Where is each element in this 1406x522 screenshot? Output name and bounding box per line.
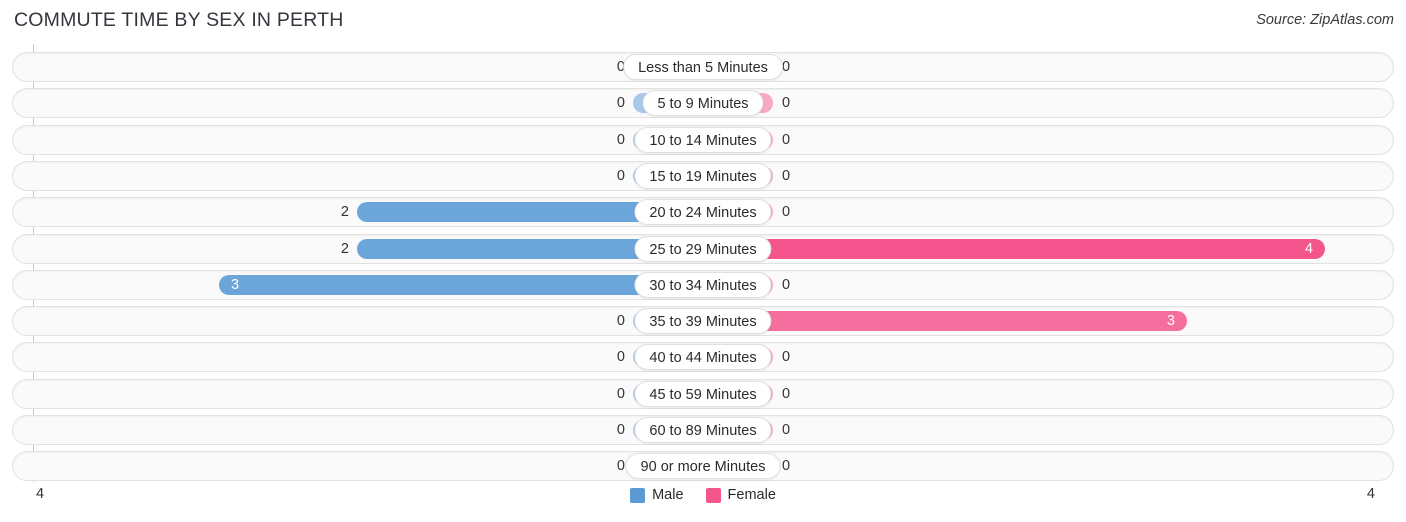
value-label-female: 0 [782, 95, 791, 112]
table-row[interactable]: 0 0 45 to 59 Minutes [12, 378, 1394, 409]
table-row[interactable]: 0 0 90 or more Minutes [12, 451, 1394, 482]
value-label-female: 0 [782, 276, 791, 293]
chart-legend: Male Female [0, 487, 1406, 503]
table-row[interactable]: 2 0 20 to 24 Minutes [12, 197, 1394, 228]
category-label: 20 to 24 Minutes [634, 199, 772, 226]
chart-header: COMMUTE TIME BY SEX IN PERTH Source: Zip… [0, 0, 1406, 44]
legend-label-male: Male [652, 487, 684, 503]
value-label-male: 0 [616, 458, 625, 475]
category-label: Less than 5 Minutes [623, 54, 783, 80]
value-label-female: 0 [782, 385, 791, 402]
value-label-male: 0 [616, 313, 625, 330]
category-label: 15 to 19 Minutes [634, 162, 772, 189]
value-label-female: 0 [782, 131, 791, 148]
table-row[interactable]: 0 0 10 to 14 Minutes [12, 124, 1394, 155]
legend-item-female[interactable]: Female [705, 487, 776, 503]
table-row[interactable]: 0 0 60 to 89 Minutes [12, 415, 1394, 445]
value-label-female: 4 [1304, 240, 1313, 257]
category-label: 60 to 89 Minutes [634, 417, 772, 443]
category-label: 40 to 44 Minutes [634, 344, 772, 371]
chart-plot-area: 0 0 Less than 5 Minutes 0 0 5 to 9 Minutes 0 0 1… [0, 44, 1406, 482]
value-label-female: 3 [1166, 313, 1175, 330]
category-label: 45 to 59 Minutes [634, 380, 772, 407]
category-label: 10 to 14 Minutes [634, 126, 772, 153]
value-label-female: 0 [782, 167, 791, 184]
table-row[interactable]: 3 0 30 to 34 Minutes [12, 269, 1394, 300]
category-label: 5 to 9 Minutes [642, 90, 764, 117]
value-label-female: 0 [782, 349, 791, 366]
value-label-male: 2 [340, 240, 349, 257]
value-label-male: 2 [340, 204, 349, 221]
chart-page: COMMUTE TIME BY SEX IN PERTH Source: Zip… [0, 0, 1406, 522]
legend-swatch-female-icon [705, 487, 721, 503]
source-attribution: Source: ZipAtlas.com [1256, 12, 1394, 28]
legend-item-male[interactable]: Male [630, 487, 684, 503]
value-label-female: 0 [782, 59, 791, 75]
bar-female[interactable] [703, 311, 1187, 332]
table-row[interactable]: 0 0 5 to 9 Minutes [12, 88, 1394, 119]
value-label-male: 0 [616, 349, 625, 366]
value-label-male: 3 [231, 276, 240, 293]
table-row[interactable]: 2 4 25 to 29 Minutes [12, 233, 1394, 264]
bar-male[interactable] [219, 274, 703, 295]
legend-label-female: Female [727, 487, 776, 503]
value-label-female: 0 [782, 422, 791, 438]
table-row[interactable]: 0 0 Less than 5 Minutes [12, 52, 1394, 82]
category-label: 35 to 39 Minutes [634, 308, 772, 335]
table-row[interactable]: 0 3 35 to 39 Minutes [12, 306, 1394, 337]
value-label-male: 0 [616, 385, 625, 402]
page-title: COMMUTE TIME BY SEX IN PERTH [14, 9, 344, 31]
value-label-male: 0 [616, 422, 625, 438]
category-label: 90 or more Minutes [625, 453, 781, 480]
value-label-male: 0 [616, 167, 625, 184]
table-row[interactable]: 0 0 15 to 19 Minutes [12, 160, 1394, 191]
category-label: 25 to 29 Minutes [634, 235, 772, 262]
value-label-male: 0 [616, 95, 625, 112]
value-label-female: 0 [782, 458, 791, 475]
table-row[interactable]: 0 0 40 to 44 Minutes [12, 342, 1394, 373]
category-label: 30 to 34 Minutes [634, 271, 772, 298]
value-label-female: 0 [782, 204, 791, 221]
bar-female[interactable] [703, 238, 1325, 259]
value-label-male: 0 [616, 131, 625, 148]
chart-footer: 4 4 Male Female [0, 482, 1406, 522]
legend-swatch-male-icon [630, 487, 646, 503]
